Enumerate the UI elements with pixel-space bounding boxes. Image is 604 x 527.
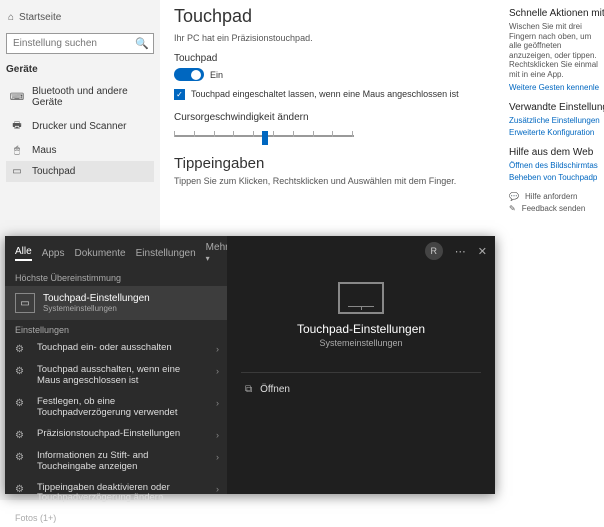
settings-icon: ⚙ xyxy=(15,398,29,409)
open-action[interactable]: ⧉ Öffnen xyxy=(245,384,290,395)
sidebar-item-label: Touchpad xyxy=(32,166,75,177)
sidebar-item-label: Bluetooth und andere Geräte xyxy=(32,86,150,108)
touchpad-icon: ▭ xyxy=(10,166,24,177)
photos-group-label[interactable]: Fotos (1+) xyxy=(5,509,227,527)
help-icon: 💬 xyxy=(509,192,519,201)
result-text: Touchpad ein- oder ausschalten xyxy=(37,343,186,354)
search-results-column: Alle Apps Dokumente Einstellungen Mehr H… xyxy=(5,236,227,494)
quick-actions-text: Wischen Sie mit drei Fingern nach oben, … xyxy=(509,22,604,80)
related-settings-heading: Verwandte Einstellungen xyxy=(509,102,604,113)
printer-icon: 🖶 xyxy=(10,118,24,135)
more-gestures-link[interactable]: Weitere Gesten kennenle xyxy=(509,83,604,92)
chevron-right-icon: › xyxy=(216,398,219,408)
chevron-right-icon: › xyxy=(216,430,219,440)
tab-apps[interactable]: Apps xyxy=(42,248,65,259)
search-preview-pane: R ⋯ ✕ Touchpad-Einstellungen Systemeinst… xyxy=(227,236,495,494)
touchpad-icon: ▭ xyxy=(15,293,35,313)
category-header: Geräte xyxy=(6,64,154,75)
tab-settings[interactable]: Einstellungen xyxy=(136,248,196,259)
search-result-item[interactable]: ⚙ Touchpad ein- oder ausschalten › xyxy=(5,338,227,360)
checkmark-icon: ✓ xyxy=(174,89,185,100)
right-info-pane: Schnelle Aktionen mit To Wischen Sie mit… xyxy=(509,8,604,223)
search-result-item[interactable]: ⚙ Touchpad ausschalten, wenn eine Maus a… xyxy=(5,360,227,392)
feedback-link[interactable]: ✎ Feedback senden xyxy=(509,204,604,213)
settings-icon: ⚙ xyxy=(15,366,29,377)
result-text: Präzisionstouchpad-Einstellungen xyxy=(37,429,194,440)
more-icon[interactable]: ⋯ xyxy=(455,245,466,258)
tab-all[interactable]: Alle xyxy=(15,246,32,261)
user-avatar[interactable]: R xyxy=(425,242,443,260)
toggle-state-text: Ein xyxy=(210,70,223,80)
toggle-switch-icon xyxy=(174,68,204,81)
result-text: Informationen zu Stift- and Toucheingabe… xyxy=(37,451,217,473)
settings-icon: ⚙ xyxy=(15,344,29,355)
search-header-controls: R ⋯ ✕ xyxy=(425,242,487,260)
settings-icon: ⚙ xyxy=(15,484,29,495)
mouse-icon: 🖱 xyxy=(10,145,24,156)
preview-title: Touchpad-Einstellungen xyxy=(227,322,495,336)
chevron-right-icon: › xyxy=(216,366,219,376)
additional-settings-link[interactable]: Zusätzliche Einstellungen xyxy=(509,116,604,125)
start-search-panel: Alle Apps Dokumente Einstellungen Mehr H… xyxy=(5,236,495,494)
tab-more[interactable]: Mehr xyxy=(206,242,229,264)
search-input[interactable] xyxy=(6,33,154,54)
chevron-right-icon: › xyxy=(216,452,219,462)
search-filter-tabs: Alle Apps Dokumente Einstellungen Mehr xyxy=(5,236,227,268)
divider xyxy=(241,372,481,373)
home-link[interactable]: ⌂ Startseite xyxy=(6,8,154,27)
sidebar-item-bluetooth[interactable]: ⌨ Bluetooth und andere Geräte xyxy=(6,81,154,113)
web-help-link[interactable]: Öffnen des Bildschirmtas xyxy=(509,161,604,170)
open-label: Öffnen xyxy=(260,384,290,395)
best-match-label: Höchste Übereinstimmung xyxy=(5,268,227,286)
slider-thumb[interactable] xyxy=(262,131,268,145)
settings-group-label: Einstellungen xyxy=(5,320,227,338)
result-text: Tippeingaben deaktivieren oder Touchpadv… xyxy=(37,483,217,505)
settings-search: 🔍 xyxy=(6,33,154,54)
tab-documents[interactable]: Dokumente xyxy=(74,248,125,259)
result-preview: Touchpad-Einstellungen Systemeinstellung… xyxy=(227,282,495,348)
sidebar-item-label: Drucker und Scanner xyxy=(32,121,127,132)
web-help-link[interactable]: Beheben von Touchpadp xyxy=(509,173,604,182)
result-subtitle: Systemeinstellungen xyxy=(43,304,150,313)
search-result-item[interactable]: ⚙ Tippeingaben deaktivieren oder Touchpa… xyxy=(5,478,227,510)
search-result-item[interactable]: ⚙ Informationen zu Stift- and Toucheinga… xyxy=(5,446,227,478)
best-match-result[interactable]: ▭ Touchpad-Einstellungen Systemeinstellu… xyxy=(5,286,227,320)
search-icon: 🔍 xyxy=(135,37,149,50)
advanced-config-link[interactable]: Erweiterte Konfiguration xyxy=(509,128,604,137)
feedback-icon: ✎ xyxy=(509,204,516,213)
checkbox-label: Touchpad eingeschaltet lassen, wenn eine… xyxy=(191,89,459,99)
home-label: Startseite xyxy=(19,12,61,23)
settings-icon: ⚙ xyxy=(15,430,29,441)
settings-icon: ⚙ xyxy=(15,452,29,463)
close-icon[interactable]: ✕ xyxy=(478,245,487,258)
cursor-speed-slider[interactable] xyxy=(174,127,354,145)
search-result-item[interactable]: ⚙ Präzisionstouchpad-Einstellungen › xyxy=(5,424,227,446)
touchpad-icon xyxy=(338,282,384,314)
chevron-right-icon: › xyxy=(216,344,219,354)
chevron-right-icon: › xyxy=(216,484,219,494)
quick-actions-heading: Schnelle Aktionen mit To xyxy=(509,8,604,19)
open-icon: ⧉ xyxy=(245,384,252,395)
sidebar-item-label: Maus xyxy=(32,145,56,156)
sidebar-item-mouse[interactable]: 🖱 Maus xyxy=(6,140,154,161)
bluetooth-icon: ⌨ xyxy=(10,92,24,103)
preview-subtitle: Systemeinstellungen xyxy=(227,338,495,348)
search-result-item[interactable]: ⚙ Festlegen, ob eine Touchpadverzögerung… xyxy=(5,392,227,424)
link-label: Hilfe anfordern xyxy=(525,192,577,201)
result-text: Festlegen, ob eine Touchpadverzögerung v… xyxy=(37,397,217,419)
get-help-link[interactable]: 💬 Hilfe anfordern xyxy=(509,192,604,201)
sidebar-item-printers[interactable]: 🖶 Drucker und Scanner xyxy=(6,113,154,140)
result-text: Touchpad ausschalten, wenn eine Maus ang… xyxy=(37,365,217,387)
link-label: Feedback senden xyxy=(522,204,586,213)
result-title: Touchpad-Einstellungen xyxy=(43,293,150,304)
sidebar-item-touchpad[interactable]: ▭ Touchpad xyxy=(6,161,154,182)
web-help-heading: Hilfe aus dem Web xyxy=(509,147,604,158)
home-icon: ⌂ xyxy=(8,12,14,23)
